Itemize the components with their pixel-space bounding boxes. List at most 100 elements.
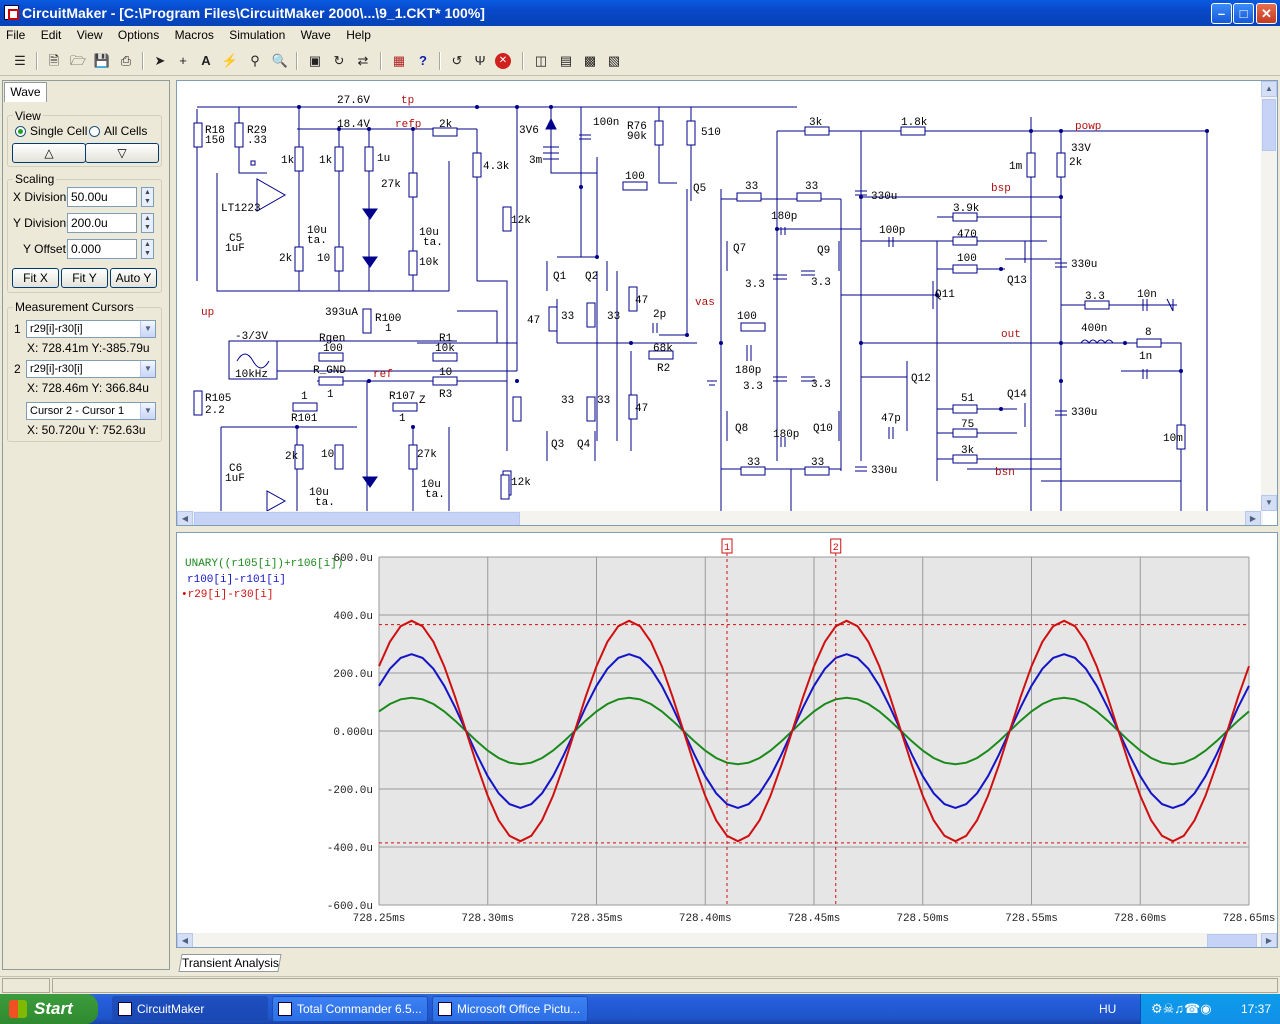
sch-33-d: 33: [597, 395, 610, 407]
scroll-up-icon[interactable]: ▲: [1261, 81, 1277, 97]
schematic-canvas[interactable]: 27.6V tp 18.4V refp 2k R18 150 R29 .33 1…: [176, 80, 1278, 526]
fit-y-button[interactable]: Fit Y: [61, 268, 108, 288]
sch-r100v: 1: [385, 323, 392, 335]
analysis-wave-icon[interactable]: ▤: [556, 51, 576, 71]
zoom-icon[interactable]: 🔍: [270, 51, 290, 71]
cursor2-trace-select[interactable]: r29[i]-r30[i] ▼: [26, 360, 156, 378]
panel-toggle-icon[interactable]: ☰: [10, 51, 30, 71]
sch-3k-a: 3k: [809, 117, 823, 129]
y-division-label: Y Division: [13, 216, 67, 230]
chevron-down-icon[interactable]: ▼: [140, 321, 155, 337]
open-folder-icon[interactable]: 🗁: [68, 51, 88, 71]
auto-y-button[interactable]: Auto Y: [110, 268, 157, 288]
chevron-down-icon[interactable]: ▼: [140, 403, 155, 419]
tab-transient-analysis[interactable]: Transient Analysis: [178, 954, 282, 972]
tray-icons[interactable]: ⚙☠♫☎◉: [1151, 994, 1212, 1024]
schematic-vertical-scrollbar[interactable]: ▲ ▼: [1261, 81, 1277, 511]
minimize-button[interactable]: –: [1211, 3, 1232, 24]
cursor1-number: 1: [14, 322, 21, 336]
close-button[interactable]: ✕: [1256, 3, 1277, 24]
cell-down-button[interactable]: ▽: [85, 143, 159, 163]
sch-12k-a: 12k: [511, 215, 531, 227]
menu-options[interactable]: Options: [112, 26, 165, 45]
sch-100-b: 100: [957, 253, 977, 265]
scroll-right-icon[interactable]: ▶: [1245, 511, 1261, 525]
x-division-field[interactable]: 50.00u: [67, 187, 137, 207]
task-total-commander[interactable]: Total Commander 6.5...: [272, 996, 428, 1022]
scroll-thumb[interactable]: [1262, 99, 1276, 151]
y-offset-field[interactable]: 0.000: [67, 239, 137, 259]
cursor1-trace-value: r29[i]-r30[i]: [30, 323, 83, 335]
save-icon[interactable]: 💾: [92, 51, 112, 71]
y-division-spinner[interactable]: ▲ ▼: [141, 213, 154, 233]
all-cells-radio[interactable]: [89, 126, 100, 137]
zoom-fit-icon[interactable]: ▣: [305, 51, 325, 71]
y-offset-spinner[interactable]: ▲ ▼: [141, 239, 154, 259]
x-division-spinner[interactable]: ▲ ▼: [141, 187, 154, 207]
scroll-down-icon[interactable]: ▼: [1261, 495, 1277, 511]
wave-probe-icon[interactable]: ⚲: [245, 51, 265, 71]
menu-wave[interactable]: Wave: [295, 26, 337, 45]
step-icon[interactable]: Ψ: [470, 51, 490, 71]
schematic-horizontal-scrollbar[interactable]: ◀ ▶: [177, 511, 1263, 525]
tab-wave[interactable]: Wave: [4, 82, 47, 102]
new-file-icon[interactable]: 🗎: [44, 51, 64, 71]
help-icon[interactable]: ?: [413, 51, 433, 71]
sch-3-3-b: 3.3: [811, 277, 831, 289]
task-office-picture[interactable]: Microsoft Office Pictu...: [432, 996, 588, 1022]
print-icon[interactable]: ⎙: [116, 51, 136, 71]
app-icon[interactable]: [4, 5, 19, 20]
cursor-diff-select[interactable]: Cursor 2 - Cursor 1 ▼: [26, 402, 156, 420]
cursor1-trace-select[interactable]: r29[i]-r30[i] ▼: [26, 320, 156, 338]
schematic-drawing[interactable]: 27.6V tp 18.4V refp 2k R18 150 R29 .33 1…: [177, 81, 1261, 511]
language-indicator[interactable]: HU: [1099, 994, 1116, 1024]
start-button[interactable]: Start: [0, 994, 98, 1024]
scroll-right-icon[interactable]: ▶: [1261, 933, 1277, 947]
menu-simulation[interactable]: Simulation: [223, 26, 291, 45]
sch-q5: Q5: [693, 183, 706, 195]
sch-100-a: 100: [625, 171, 645, 183]
maximize-button[interactable]: □: [1233, 3, 1254, 24]
sch-tp: tp: [401, 95, 414, 107]
wave-horizontal-scrollbar[interactable]: ◀ ▶: [177, 933, 1277, 947]
fit-x-button[interactable]: Fit X: [12, 268, 59, 288]
analysis-setup-icon[interactable]: ◫: [531, 51, 551, 71]
sch-33-e: 33: [745, 181, 758, 193]
scroll-left-icon[interactable]: ◀: [177, 933, 193, 947]
wire-tool-icon[interactable]: +: [173, 51, 193, 71]
waveform-viewer[interactable]: 728.25ms 728.30ms 728.35ms 728.40ms 728.45ms…: [176, 532, 1278, 948]
taskbar: Start CircuitMaker Total Commander 6.5..…: [0, 994, 1280, 1024]
scroll-thumb-wave[interactable]: [1207, 934, 1257, 947]
single-cell-radio[interactable]: [15, 126, 26, 137]
cell-up-button[interactable]: △: [12, 143, 86, 163]
sch-1k-a: 1k: [281, 155, 295, 167]
rotate-icon[interactable]: ↻: [329, 51, 349, 71]
menu-macros[interactable]: Macros: [169, 26, 220, 45]
scroll-left-icon[interactable]: ◀: [177, 511, 193, 525]
sch-r2: R2: [657, 363, 670, 375]
sch-68k: 68k: [653, 343, 673, 355]
chevron-down-icon[interactable]: ▼: [140, 361, 155, 377]
menu-edit[interactable]: Edit: [35, 26, 68, 45]
sch-393ua: 393uA: [325, 307, 358, 319]
text-tool-icon[interactable]: A: [196, 51, 216, 71]
menu-help[interactable]: Help: [340, 26, 377, 45]
sch-2k-a: 2k: [439, 119, 453, 131]
waveform-chart[interactable]: 728.25ms 728.30ms 728.35ms 728.40ms 728.45ms…: [177, 533, 1278, 933]
analysis-plot-icon[interactable]: ▧: [604, 51, 624, 71]
analysis-display-icon[interactable]: ▩: [580, 51, 600, 71]
title-bar[interactable]: CircuitMaker - [C:\Program Files\Circuit…: [0, 0, 1280, 26]
netlist-icon[interactable]: ▦: [389, 51, 409, 71]
windows-flag-icon: [9, 1000, 27, 1018]
x-tick-label: 728.35ms: [570, 913, 623, 925]
menu-file[interactable]: File: [0, 26, 31, 45]
mirror-icon[interactable]: ⇄: [353, 51, 373, 71]
probe-tool-icon[interactable]: ⚡: [220, 51, 240, 71]
stop-icon[interactable]: ✕: [495, 53, 511, 69]
arrow-tool-icon[interactable]: ➤: [150, 51, 170, 71]
scroll-thumb-h[interactable]: [194, 512, 520, 525]
menu-view[interactable]: View: [71, 26, 109, 45]
reset-icon[interactable]: ↺: [447, 51, 467, 71]
y-division-field[interactable]: 200.0u: [67, 213, 137, 233]
task-circuitmaker[interactable]: CircuitMaker: [112, 996, 268, 1022]
